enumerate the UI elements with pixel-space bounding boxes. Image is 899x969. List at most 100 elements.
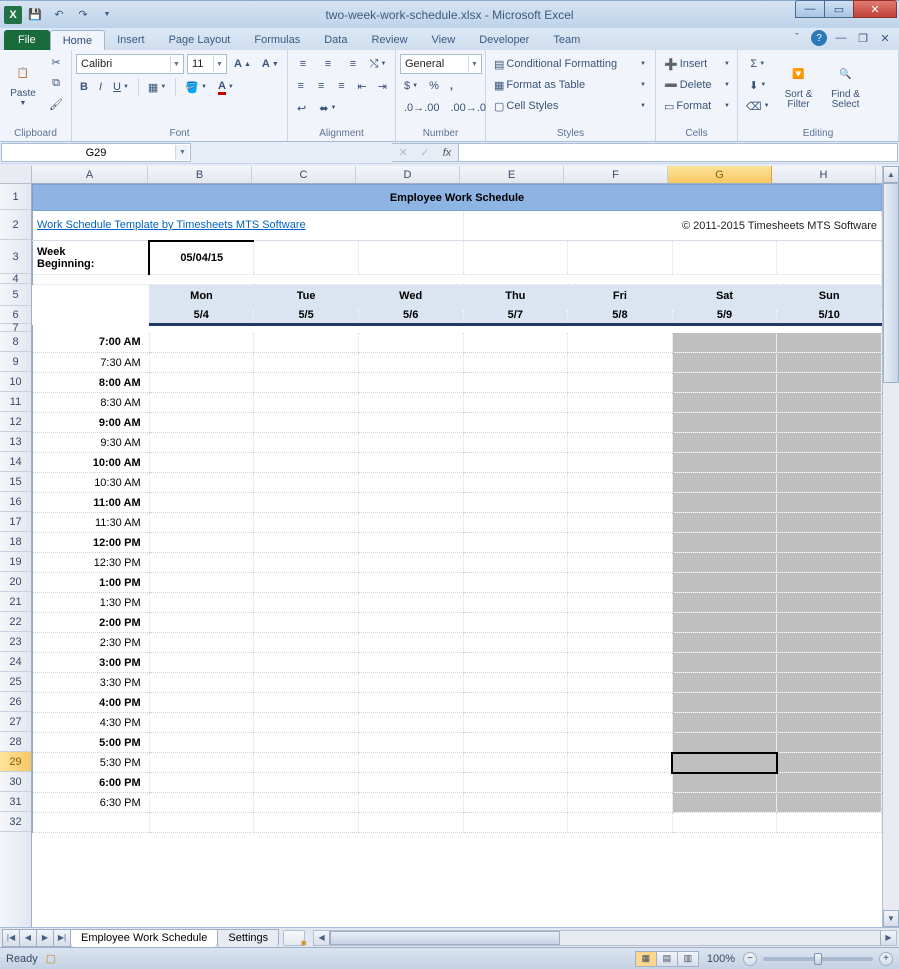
schedule-cell[interactable] bbox=[149, 433, 254, 453]
zoom-value[interactable]: 100% bbox=[707, 953, 735, 965]
row-header[interactable]: 5 bbox=[0, 284, 31, 306]
schedule-cell[interactable] bbox=[463, 513, 568, 533]
schedule-cell[interactable] bbox=[463, 753, 568, 773]
cell[interactable] bbox=[149, 813, 254, 833]
schedule-cell[interactable] bbox=[149, 753, 254, 773]
help-icon[interactable]: ? bbox=[811, 30, 827, 46]
wrap-text-button[interactable]: ↩ bbox=[292, 98, 311, 118]
name-box[interactable]: G29▼ bbox=[1, 143, 191, 162]
ribbon-tab-formulas[interactable]: Formulas bbox=[242, 30, 312, 50]
schedule-cell[interactable] bbox=[463, 653, 568, 673]
schedule-cell[interactable] bbox=[672, 633, 777, 653]
ribbon-tab-home[interactable]: Home bbox=[50, 30, 105, 50]
schedule-cell[interactable] bbox=[463, 613, 568, 633]
minimize-ribbon-icon[interactable]: ˇ bbox=[789, 30, 805, 46]
schedule-cell[interactable] bbox=[358, 693, 463, 713]
schedule-cell[interactable] bbox=[358, 773, 463, 793]
minimize-button[interactable]: — bbox=[795, 0, 825, 18]
align-top-button[interactable]: ≡ bbox=[292, 54, 314, 74]
row-header[interactable]: 32 bbox=[0, 812, 31, 832]
zoom-in-button[interactable]: + bbox=[879, 952, 893, 966]
schedule-cell[interactable] bbox=[672, 793, 777, 813]
schedule-cell[interactable] bbox=[254, 573, 359, 593]
row-header[interactable]: 25 bbox=[0, 672, 31, 692]
schedule-cell[interactable] bbox=[149, 553, 254, 573]
chevron-down-icon[interactable]: ▼ bbox=[170, 56, 182, 72]
schedule-cell[interactable] bbox=[568, 513, 673, 533]
schedule-cell[interactable] bbox=[672, 713, 777, 733]
schedule-cell[interactable] bbox=[568, 573, 673, 593]
schedule-cell[interactable] bbox=[777, 793, 882, 813]
grow-font-button[interactable]: A▲ bbox=[230, 54, 255, 74]
chevron-down-icon[interactable]: ▼ bbox=[468, 56, 480, 72]
row-header[interactable]: 14 bbox=[0, 452, 31, 472]
row-header[interactable]: 16 bbox=[0, 492, 31, 512]
schedule-cell[interactable] bbox=[254, 473, 359, 493]
schedule-cell[interactable] bbox=[358, 573, 463, 593]
sheet-tab[interactable]: Employee Work Schedule bbox=[70, 929, 218, 947]
italic-button[interactable]: I bbox=[95, 77, 106, 97]
row-header[interactable]: 30 bbox=[0, 772, 31, 792]
column-header[interactable]: G bbox=[668, 166, 772, 183]
schedule-cell[interactable] bbox=[777, 533, 882, 553]
column-header[interactable]: C bbox=[252, 166, 356, 183]
schedule-cell[interactable] bbox=[568, 533, 673, 553]
schedule-cell[interactable] bbox=[463, 573, 568, 593]
schedule-cell[interactable] bbox=[463, 693, 568, 713]
schedule-cell[interactable] bbox=[463, 773, 568, 793]
schedule-cell[interactable] bbox=[358, 613, 463, 633]
schedule-cell[interactable] bbox=[568, 613, 673, 633]
row-header[interactable]: 26 bbox=[0, 692, 31, 712]
schedule-cell[interactable] bbox=[568, 713, 673, 733]
normal-view-button[interactable]: ▦ bbox=[635, 951, 657, 967]
row-header[interactable]: 28 bbox=[0, 732, 31, 752]
schedule-cell[interactable] bbox=[254, 613, 359, 633]
ribbon-tab-team[interactable]: Team bbox=[541, 30, 592, 50]
schedule-cell[interactable] bbox=[254, 393, 359, 413]
sheet-nav-button[interactable]: ▶| bbox=[53, 929, 71, 947]
schedule-cell[interactable] bbox=[149, 653, 254, 673]
schedule-cell[interactable] bbox=[777, 493, 882, 513]
schedule-cell[interactable] bbox=[568, 453, 673, 473]
schedule-cell[interactable] bbox=[358, 473, 463, 493]
new-sheet-button[interactable] bbox=[283, 930, 305, 946]
comma-format-button[interactable]: , bbox=[446, 76, 457, 96]
schedule-cell[interactable] bbox=[568, 753, 673, 773]
schedule-cell[interactable] bbox=[149, 393, 254, 413]
workbook-minimize-icon[interactable]: — bbox=[833, 30, 849, 46]
fx-icon[interactable]: fx bbox=[436, 147, 458, 159]
sheet-nav-button[interactable]: ◀ bbox=[19, 929, 37, 947]
schedule-cell[interactable] bbox=[254, 413, 359, 433]
row-header[interactable]: 12 bbox=[0, 412, 31, 432]
column-header[interactable]: D bbox=[356, 166, 460, 183]
schedule-cell[interactable] bbox=[254, 553, 359, 573]
schedule-cell[interactable] bbox=[358, 673, 463, 693]
decrease-indent-button[interactable]: ⇤ bbox=[353, 76, 370, 96]
cell[interactable] bbox=[777, 813, 882, 833]
page-layout-view-button[interactable]: ▤ bbox=[656, 951, 678, 967]
schedule-cell[interactable] bbox=[672, 473, 777, 493]
schedule-cell[interactable] bbox=[254, 753, 359, 773]
cut-button[interactable]: ✂ bbox=[45, 52, 67, 72]
schedule-cell[interactable] bbox=[149, 793, 254, 813]
cell[interactable] bbox=[672, 813, 777, 833]
schedule-cell[interactable] bbox=[672, 433, 777, 453]
column-header[interactable]: B bbox=[148, 166, 252, 183]
schedule-cell[interactable] bbox=[254, 533, 359, 553]
schedule-cell[interactable] bbox=[149, 493, 254, 513]
schedule-cell[interactable] bbox=[672, 373, 777, 393]
schedule-cell[interactable] bbox=[777, 633, 882, 653]
row-header[interactable]: 1 bbox=[0, 184, 31, 210]
scroll-left-icon[interactable]: ◀ bbox=[314, 931, 330, 945]
font-size-combo[interactable]: 11▼ bbox=[187, 54, 227, 74]
schedule-cell[interactable] bbox=[149, 733, 254, 753]
schedule-cell[interactable] bbox=[254, 333, 359, 353]
week-date-input[interactable]: 05/04/15 bbox=[149, 241, 254, 275]
scroll-thumb[interactable] bbox=[883, 183, 899, 383]
increase-indent-button[interactable]: ⇥ bbox=[374, 76, 391, 96]
schedule-cell[interactable] bbox=[358, 533, 463, 553]
scroll-down-icon[interactable]: ▼ bbox=[883, 910, 899, 927]
row-header[interactable]: 27 bbox=[0, 712, 31, 732]
format-painter-button[interactable]: 🖌 bbox=[45, 94, 67, 114]
schedule-cell[interactable] bbox=[358, 393, 463, 413]
